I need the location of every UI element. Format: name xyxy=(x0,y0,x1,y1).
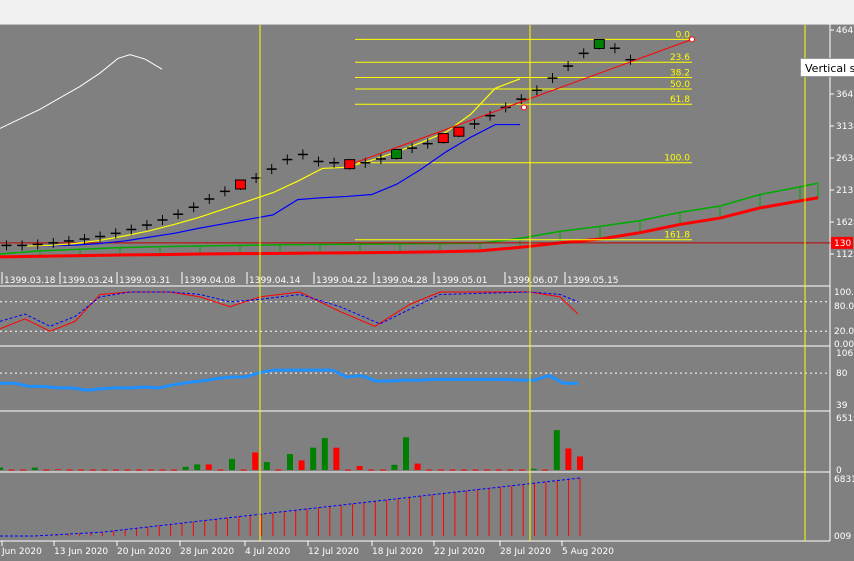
price-axis-tick-label: 1628 xyxy=(836,218,854,228)
price-date-tick-label: 1399.03.24 xyxy=(62,276,114,286)
bottom-date-tick-label: 20 Jun 2020 xyxy=(117,547,171,557)
volume-bar xyxy=(252,452,259,470)
volume-bar xyxy=(321,438,328,470)
volume-bar xyxy=(229,458,235,470)
price-date-tick-label: 1399.04.28 xyxy=(376,276,428,286)
fib-level-label: 161.8 xyxy=(664,231,690,241)
fib-level-label: 50.0 xyxy=(670,80,690,90)
volume-bar xyxy=(530,468,537,470)
bottom-date-tick-label: 28 Jul 2020 xyxy=(500,547,551,557)
volume-bar xyxy=(263,462,270,470)
price-axis-tick-label: 4647 xyxy=(836,26,854,36)
candle-box xyxy=(391,148,402,159)
bottom-date-tick-label: 5 Aug 2020 xyxy=(562,547,614,557)
candle-box xyxy=(593,38,605,49)
volume-bar xyxy=(310,447,317,470)
volume-bar xyxy=(553,430,560,470)
obv-axis-label: 6831 xyxy=(834,475,854,485)
volume-bar xyxy=(55,469,61,470)
volume-panel[interactable] xyxy=(0,412,830,472)
price-axis-tick-label: 1125 xyxy=(836,250,854,260)
vertical-scale-tooltip: Vertical sc xyxy=(800,58,854,77)
price-date-tick-label: 1399.04.22 xyxy=(316,276,368,286)
bottom-date-tick-label: 22 Jul 2020 xyxy=(434,547,485,557)
price-date-tick-label: 1399.04.14 xyxy=(249,276,301,286)
fib-level-label: 23.6 xyxy=(670,53,690,63)
price-axis-tick-label: 2131 xyxy=(836,186,854,196)
bottom-date-tick-label: 13 Jun 2020 xyxy=(54,547,108,557)
current-price-badge-label: 130 xyxy=(834,239,851,249)
volume-bar xyxy=(414,463,421,470)
volume-bar xyxy=(565,448,572,470)
volume-bar xyxy=(205,464,212,470)
price-date-tick-label: 1399.06.07 xyxy=(507,276,559,286)
top-strip xyxy=(0,0,854,24)
volume-bar xyxy=(333,447,340,470)
bottom-date-tick-label: 28 Jun 2020 xyxy=(180,547,234,557)
volume-bar xyxy=(298,460,305,470)
obv-axis-label: 009 xyxy=(834,532,851,542)
volume-bar xyxy=(356,466,363,470)
price-date-tick-label: 1399.05.01 xyxy=(436,276,488,286)
bottom-date-tick-label: 12 Jul 2020 xyxy=(308,547,359,557)
fib-level-label: 100.0 xyxy=(664,154,690,164)
fib-level-label: 61.8 xyxy=(670,95,690,105)
price-date-tick-label: 1399.05.15 xyxy=(567,276,619,286)
candle-box xyxy=(453,126,465,137)
rsi-axis-label: 80 xyxy=(836,369,848,379)
bottom-date-tick-label: 18 Jul 2020 xyxy=(372,547,423,557)
fib-level-label: 38.2 xyxy=(670,69,690,79)
candle-box xyxy=(235,179,246,190)
price-date-tick-label: 1399.03.31 xyxy=(119,276,171,286)
trading-chart[interactable]: 0.023.638.250.061.8100.0161.8 4647414436… xyxy=(0,0,854,561)
volume-bar xyxy=(31,467,38,470)
volume-bar xyxy=(182,466,189,470)
fib-level-label: 0.0 xyxy=(676,30,691,40)
bottom-date-tick-label: Jun 2020 xyxy=(1,547,42,557)
stochastic-axis-label: 100.0 xyxy=(834,288,854,298)
volume-axis-label: 6519 xyxy=(836,414,854,424)
price-axis-tick-label: 3641 xyxy=(836,90,854,100)
trend-anchor-point xyxy=(521,104,527,111)
price-date-tick-label: 1399.03.18 xyxy=(4,276,56,286)
volume-bar xyxy=(577,456,583,470)
volume-bar xyxy=(391,464,398,470)
volume-bar xyxy=(287,454,293,470)
price-axis-tick-label: 3138 xyxy=(836,122,854,132)
stochastic-axis-label: 80.0 xyxy=(834,302,854,312)
bottom-date-tick-label: 4 Jul 2020 xyxy=(245,547,290,557)
stochastic-axis-label: 20.0 xyxy=(834,327,854,337)
price-date-tick-label: 1399.04.08 xyxy=(184,276,236,286)
candle-box xyxy=(344,159,356,170)
volume-bar xyxy=(403,437,409,470)
volume-bar xyxy=(0,467,3,470)
stochastic-panel[interactable] xyxy=(0,287,830,346)
rsi-axis-label: 39 xyxy=(836,401,848,411)
obv-panel[interactable] xyxy=(0,473,830,541)
rsi-axis-label: 106 xyxy=(836,349,853,359)
volume-bar xyxy=(194,464,201,470)
candle-box xyxy=(437,133,449,144)
price-axis-tick-label: 2634 xyxy=(836,154,854,164)
trend-anchor-point xyxy=(689,36,695,43)
